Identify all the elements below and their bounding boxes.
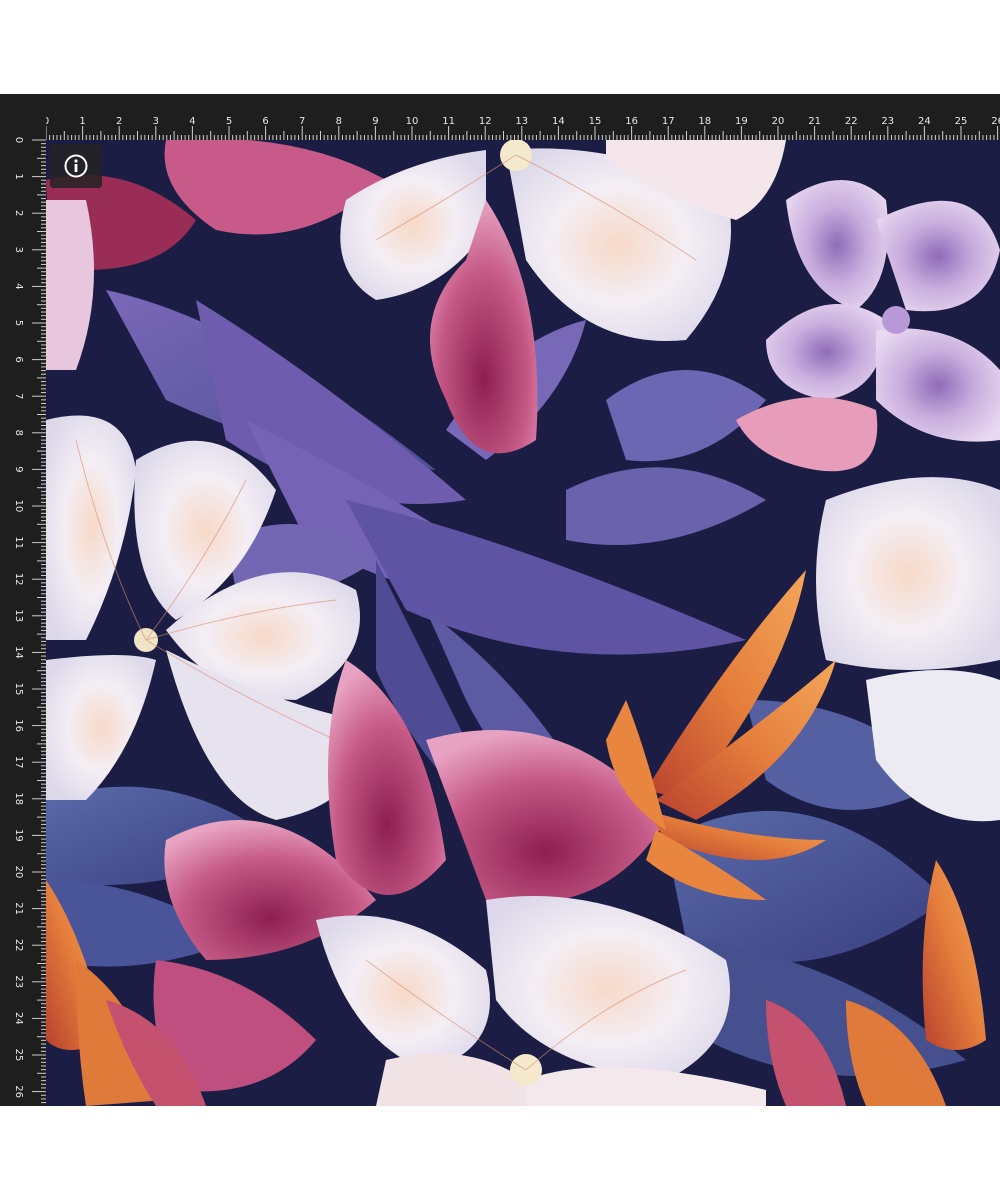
left-ruler-label: 4 xyxy=(13,283,24,289)
top-ruler-label: 10 xyxy=(406,116,419,127)
top-ruler-label: 23 xyxy=(881,116,894,127)
fabric-preview: 0 1 2 3 4 5 6 7 8 9 10 11 12 13 14 15 16 17 18 19 20 21 22 23 24… xyxy=(0,94,1000,1106)
top-ruler-label: 15 xyxy=(589,116,602,127)
left-ruler-label: 10 xyxy=(13,500,24,513)
top-ruler-label: 4 xyxy=(189,116,195,127)
left-ruler-label: 25 xyxy=(13,1049,24,1062)
left-ruler-label: 9 xyxy=(13,466,24,472)
top-ruler-label: 16 xyxy=(625,116,638,127)
top-ruler-label: 1 xyxy=(79,116,85,127)
top-ruler-label: 3 xyxy=(153,116,159,127)
left-ruler-label: 6 xyxy=(13,356,24,362)
left-ruler-label: 21 xyxy=(13,902,24,915)
left-ruler-label: 22 xyxy=(13,939,24,952)
top-ruler-label: 5 xyxy=(226,116,232,127)
top-ruler-label: 19 xyxy=(735,116,748,127)
floral-pattern-image xyxy=(46,140,1000,1106)
top-ruler-label: 24 xyxy=(918,116,931,127)
top-ruler-label: 21 xyxy=(808,116,821,127)
info-icon xyxy=(64,154,88,178)
top-ruler-label: 26 xyxy=(991,116,1000,127)
left-ruler-label: 0 xyxy=(13,137,24,143)
left-ruler-label: 2 xyxy=(13,210,24,216)
left-ruler-label: 20 xyxy=(13,866,24,879)
top-ruler-label: 20 xyxy=(772,116,785,127)
top-ruler-label: 8 xyxy=(336,116,342,127)
top-ruler-label: 6 xyxy=(262,116,268,127)
left-ruler-label: 13 xyxy=(13,609,24,622)
left-ruler-label: 14 xyxy=(13,646,24,659)
left-ruler: 0123456789101112131415161718192021222324… xyxy=(0,94,46,1106)
left-ruler-label: 23 xyxy=(13,975,24,988)
top-ruler-label: 14 xyxy=(552,116,565,127)
lilac-flower-top-right xyxy=(736,180,1000,472)
left-ruler-label: 1 xyxy=(13,173,24,179)
left-ruler-label: 12 xyxy=(13,573,24,586)
top-ruler-label: 18 xyxy=(698,116,711,127)
top-ruler-label: 12 xyxy=(479,116,492,127)
top-ruler-label: 9 xyxy=(372,116,378,127)
top-ruler-label: 25 xyxy=(955,116,968,127)
top-ruler-label: 11 xyxy=(442,116,455,127)
left-ruler-label: 17 xyxy=(13,756,24,769)
top-ruler-label: 7 xyxy=(299,116,305,127)
left-ruler-label: 26 xyxy=(13,1085,24,1098)
left-ruler-label: 19 xyxy=(13,829,24,842)
left-ruler-label: 8 xyxy=(13,430,24,436)
info-button[interactable] xyxy=(50,144,102,188)
top-ruler-label: 2 xyxy=(116,116,122,127)
left-ruler-label: 3 xyxy=(13,247,24,253)
top-ruler: 0 1 2 3 4 5 6 7 8 9 10 11 12 13 14 15 16 17 18 19 20 21 22 23 24… xyxy=(0,94,1000,140)
left-ruler-label: 11 xyxy=(13,536,24,549)
top-ruler-label: 22 xyxy=(845,116,858,127)
left-ruler-label: 7 xyxy=(13,393,24,399)
left-ruler-label: 5 xyxy=(13,320,24,326)
left-ruler-label: 18 xyxy=(13,792,24,805)
top-ruler-label: 13 xyxy=(515,116,528,127)
left-ruler-label: 24 xyxy=(13,1012,24,1025)
left-ruler-label: 15 xyxy=(13,683,24,696)
left-ruler-label: 16 xyxy=(13,719,24,732)
top-ruler-label: 17 xyxy=(662,116,675,127)
